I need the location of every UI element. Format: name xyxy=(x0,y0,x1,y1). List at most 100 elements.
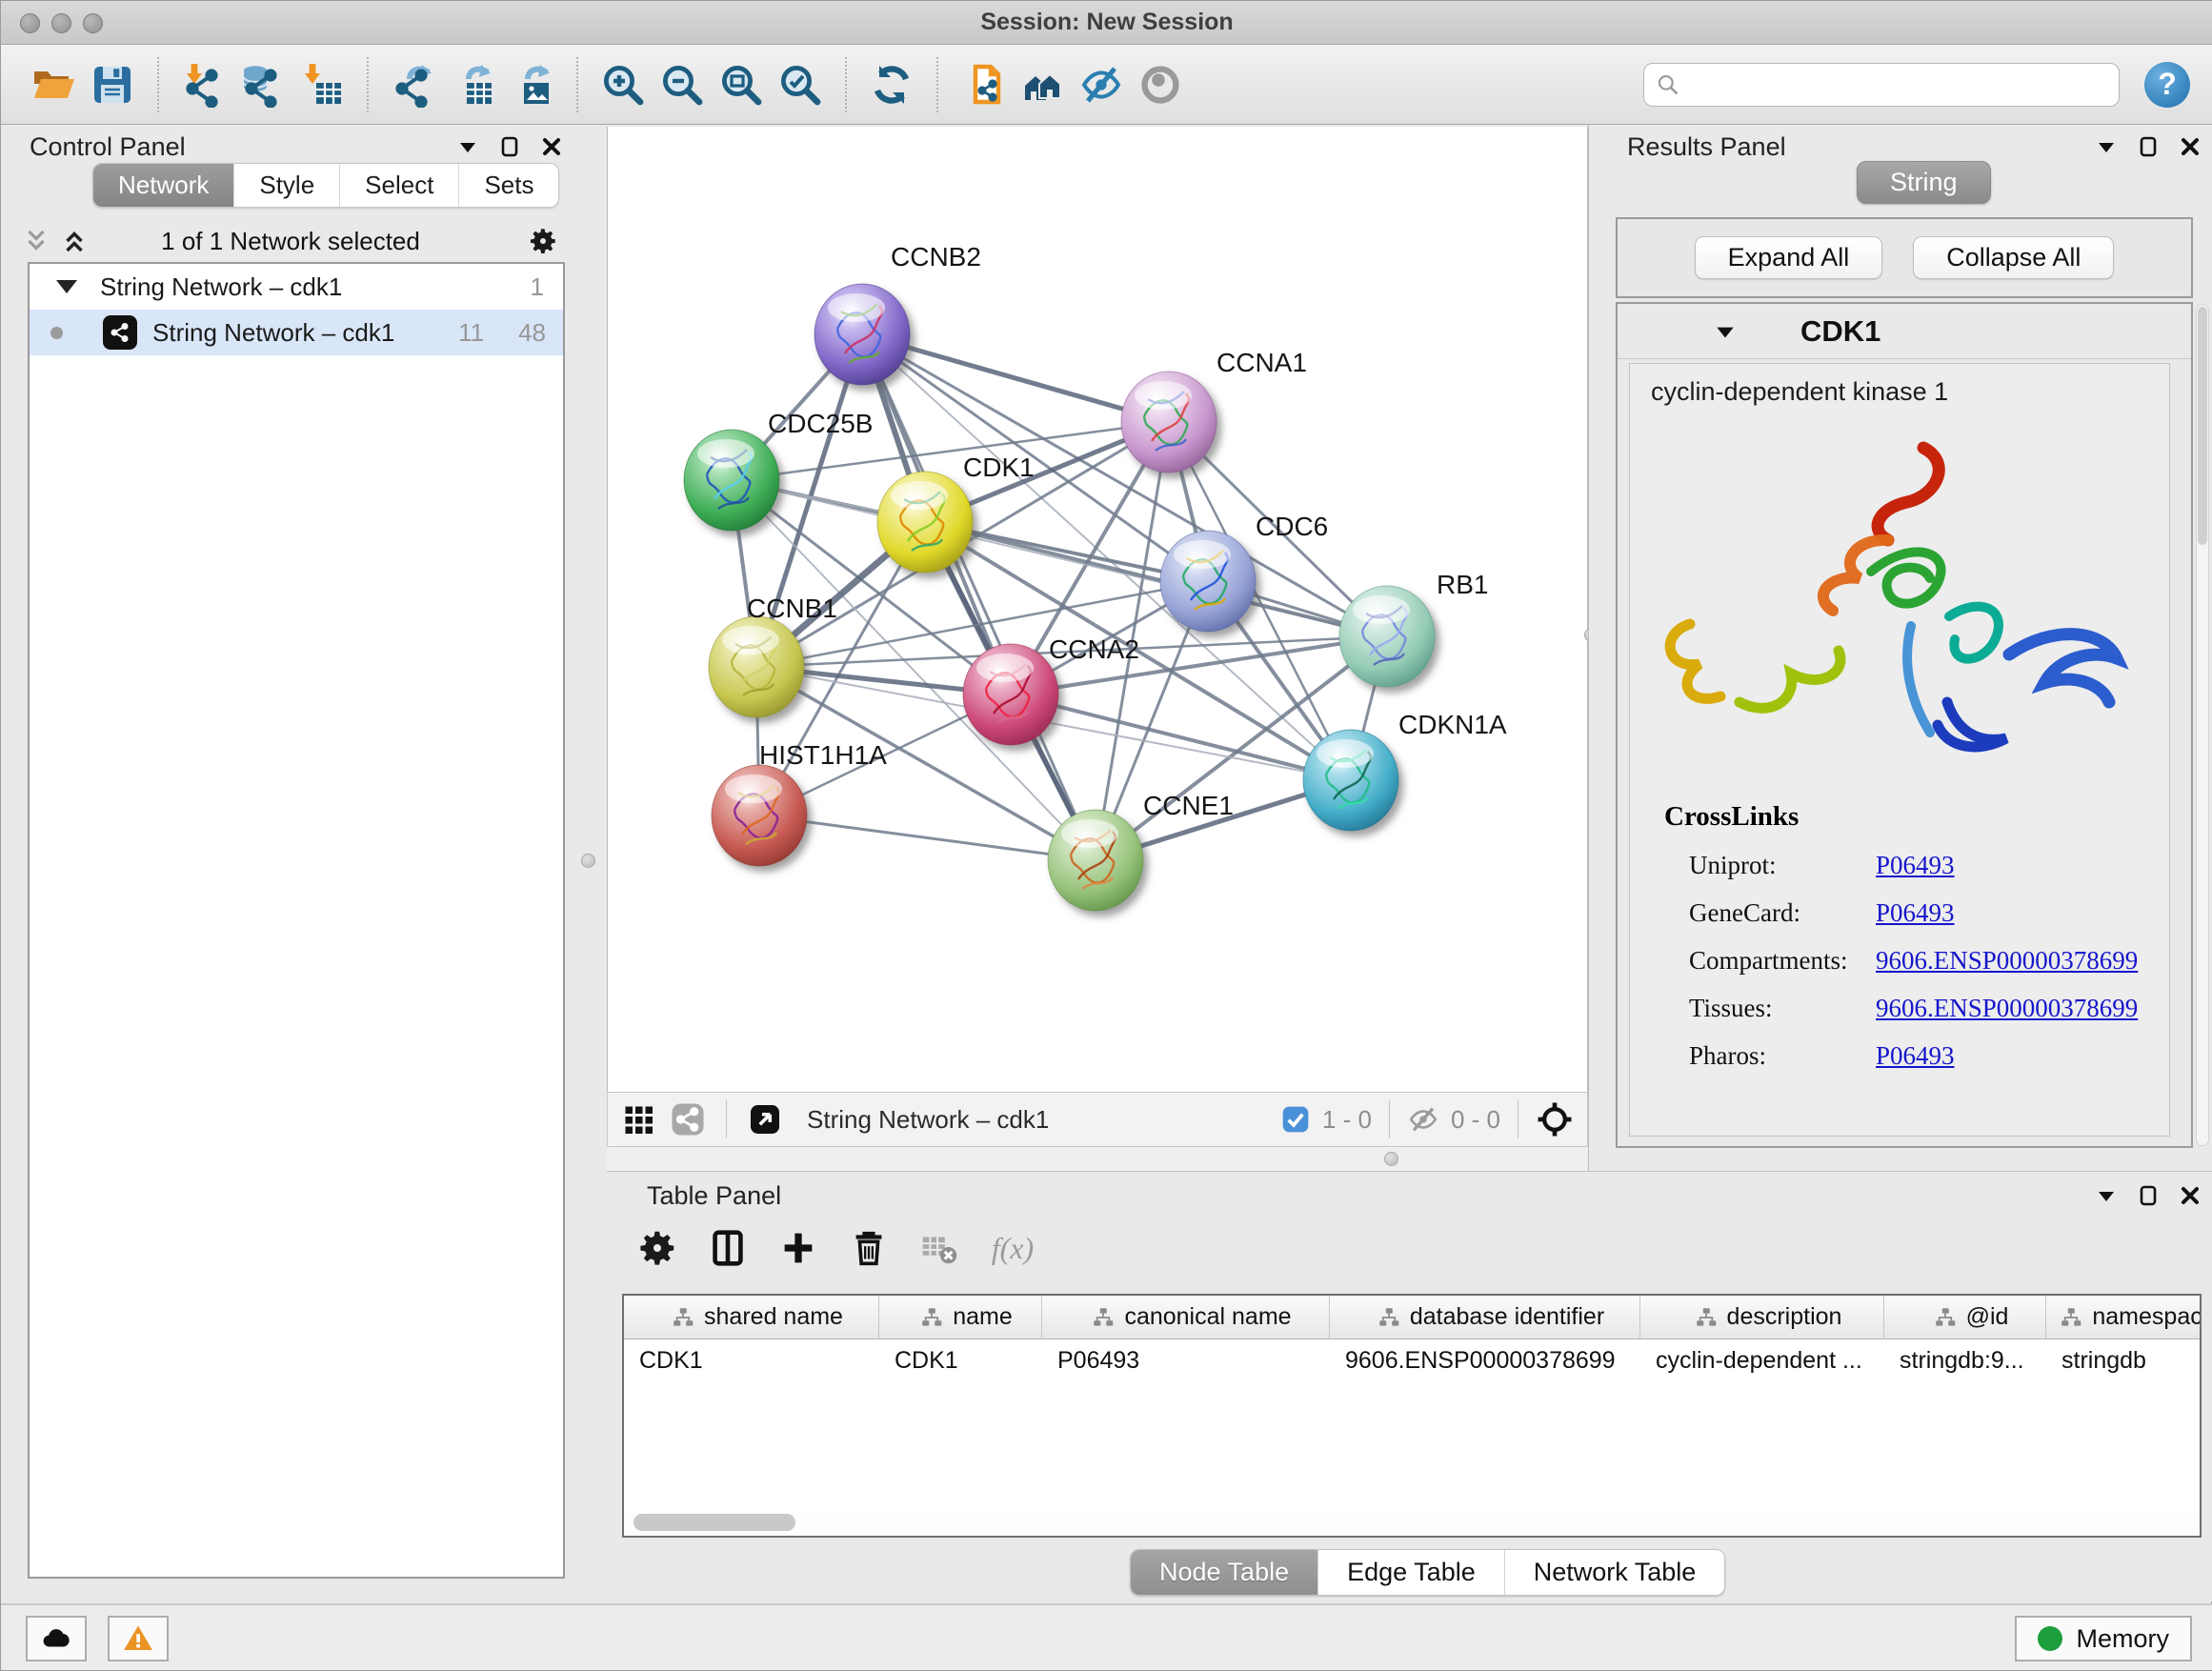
graph-node-CDK1[interactable] xyxy=(877,472,973,573)
export-network-button[interactable] xyxy=(384,53,443,116)
crosslink-link[interactable]: 9606.ENSP00000378699 xyxy=(1876,946,2138,976)
warning-button[interactable] xyxy=(108,1616,169,1661)
expand-all-button[interactable]: Expand All xyxy=(1695,236,1883,279)
graph-node-CCNA1[interactable] xyxy=(1121,372,1217,473)
column-header-namespace[interactable]: namespace xyxy=(2046,1296,2202,1339)
gene-name: CDK1 xyxy=(1800,314,1880,349)
hide-selected-button[interactable] xyxy=(1072,53,1131,116)
panel-menu-icon[interactable] xyxy=(2095,135,2118,158)
left-splitter-grip[interactable] xyxy=(581,854,595,868)
minimize-window-button[interactable] xyxy=(51,13,71,33)
show-all-button[interactable] xyxy=(1131,53,1190,116)
search-input[interactable] xyxy=(1688,71,2107,98)
zoom-selected-button[interactable] xyxy=(771,53,830,116)
tab-edge-table[interactable]: Edge Table xyxy=(1318,1550,1505,1595)
splitter-grip[interactable] xyxy=(1384,1152,1398,1166)
zoom-in-button[interactable] xyxy=(593,53,653,116)
column-header--id[interactable]: @id xyxy=(1884,1296,2046,1339)
graph-node-CCNE1[interactable] xyxy=(1048,810,1143,911)
gear-icon[interactable] xyxy=(635,1226,679,1270)
share-network-icon[interactable] xyxy=(671,1102,705,1137)
gene-section-header[interactable]: CDK1 xyxy=(1618,304,2191,359)
graph-node-CCNA2[interactable] xyxy=(963,644,1058,745)
first-neighbors-button[interactable] xyxy=(1013,53,1072,116)
close-icon[interactable] xyxy=(2179,1184,2202,1207)
graph-node-CCNB1[interactable] xyxy=(709,616,804,717)
function-icon[interactable]: f(x) xyxy=(988,1226,1049,1270)
graph-node-CDC6[interactable] xyxy=(1160,531,1256,632)
tab-sets[interactable]: Sets xyxy=(459,164,558,207)
float-icon[interactable] xyxy=(498,135,521,158)
column-header-database-identifier[interactable]: database identifier xyxy=(1330,1296,1640,1339)
graph-edge[interactable] xyxy=(862,334,1096,860)
import-table-file-button[interactable] xyxy=(292,53,352,116)
cloud-button[interactable] xyxy=(26,1616,87,1661)
gear-icon[interactable] xyxy=(527,225,559,257)
graph-node-CCNB2[interactable] xyxy=(814,284,910,385)
graph-node-CDKN1A[interactable] xyxy=(1303,730,1398,831)
refresh-view-button[interactable] xyxy=(862,53,921,116)
import-network-file-button[interactable] xyxy=(174,53,233,116)
horizontal-splitter[interactable] xyxy=(607,1147,1588,1171)
float-icon[interactable] xyxy=(2137,135,2160,158)
tab-network-table[interactable]: Network Table xyxy=(1505,1550,1725,1595)
search-field[interactable] xyxy=(1643,63,2120,107)
hidden-eye-icon[interactable] xyxy=(1407,1103,1439,1136)
panel-menu-icon[interactable] xyxy=(456,135,479,158)
graph-node-RB1[interactable] xyxy=(1339,586,1435,687)
maximize-window-button[interactable] xyxy=(83,13,103,33)
crosslink-link[interactable]: P06493 xyxy=(1876,1041,1955,1071)
open-session-button[interactable] xyxy=(24,53,83,116)
import-network-database-button[interactable] xyxy=(233,53,292,116)
close-icon[interactable] xyxy=(2179,135,2202,158)
save-session-button[interactable] xyxy=(83,53,142,116)
network-view[interactable]: CCNB2CCNA1CDC25BCDK1CDC6RB1CCNB1CCNA2CDK… xyxy=(607,127,1588,1092)
zoom-fit-button[interactable] xyxy=(712,53,771,116)
column-header-name[interactable]: name xyxy=(879,1296,1042,1339)
clear-table-icon[interactable] xyxy=(917,1226,961,1270)
crosslink-link[interactable]: P06493 xyxy=(1876,851,1955,880)
network-collection-row[interactable]: String Network – cdk1 1 xyxy=(30,264,563,310)
collapse-all-button[interactable]: Collapse All xyxy=(1913,236,2114,279)
graph-edge[interactable] xyxy=(759,815,1096,860)
tab-string[interactable]: String xyxy=(1857,161,1991,204)
table-hscrollbar[interactable] xyxy=(626,1511,2198,1534)
crosshair-icon[interactable] xyxy=(1536,1100,1574,1138)
toolbar-separator xyxy=(157,57,159,112)
columns-icon[interactable] xyxy=(706,1226,750,1270)
birdseye-icon[interactable] xyxy=(748,1102,782,1137)
graph-node-CDC25B[interactable] xyxy=(684,430,779,531)
results-scrollbar[interactable] xyxy=(2196,304,2209,1146)
network-graph[interactable]: CCNB2CCNA1CDC25BCDK1CDC6RB1CCNB1CCNA2CDK… xyxy=(608,127,1587,1090)
zoom-out-button[interactable] xyxy=(653,53,712,116)
crosslink-link[interactable]: 9606.ENSP00000378699 xyxy=(1876,994,2138,1023)
close-window-button[interactable] xyxy=(20,13,40,33)
column-header-shared-name[interactable]: shared name xyxy=(624,1296,879,1339)
node-table[interactable]: shared namenamecanonical namedatabase id… xyxy=(622,1294,2202,1538)
export-image-button[interactable] xyxy=(502,53,561,116)
help-button[interactable]: ? xyxy=(2144,62,2190,108)
table-row[interactable]: CDK1CDK1P064939606.ENSP00000378699cyclin… xyxy=(624,1339,2200,1381)
crosslink-row: Uniprot:P06493 xyxy=(1630,851,2169,880)
close-icon[interactable] xyxy=(540,135,563,158)
tab-node-table[interactable]: Node Table xyxy=(1131,1550,1318,1595)
tab-network[interactable]: Network xyxy=(93,164,234,207)
tab-style[interactable]: Style xyxy=(234,164,340,207)
column-header-description[interactable]: description xyxy=(1640,1296,1884,1339)
new-network-from-selection-button[interactable] xyxy=(954,53,1013,116)
tab-select[interactable]: Select xyxy=(340,164,459,207)
float-icon[interactable] xyxy=(2137,1184,2160,1207)
crosslink-link[interactable]: P06493 xyxy=(1876,898,1955,928)
collapse-section-icon[interactable] xyxy=(1713,319,1738,344)
delete-column-icon[interactable] xyxy=(847,1226,891,1270)
add-column-icon[interactable] xyxy=(776,1226,820,1270)
memory-button[interactable]: Memory xyxy=(2015,1616,2192,1661)
export-table-button[interactable] xyxy=(443,53,502,116)
graph-node-HIST1H1A[interactable] xyxy=(712,765,807,866)
column-header-canonical-name[interactable]: canonical name xyxy=(1042,1296,1330,1339)
grid-icon[interactable] xyxy=(621,1102,655,1137)
selected-checkbox[interactable] xyxy=(1280,1104,1311,1135)
collection-expand-icon[interactable] xyxy=(56,280,77,293)
network-row[interactable]: String Network – cdk1 11 48 xyxy=(30,310,563,355)
panel-menu-icon[interactable] xyxy=(2095,1184,2118,1207)
